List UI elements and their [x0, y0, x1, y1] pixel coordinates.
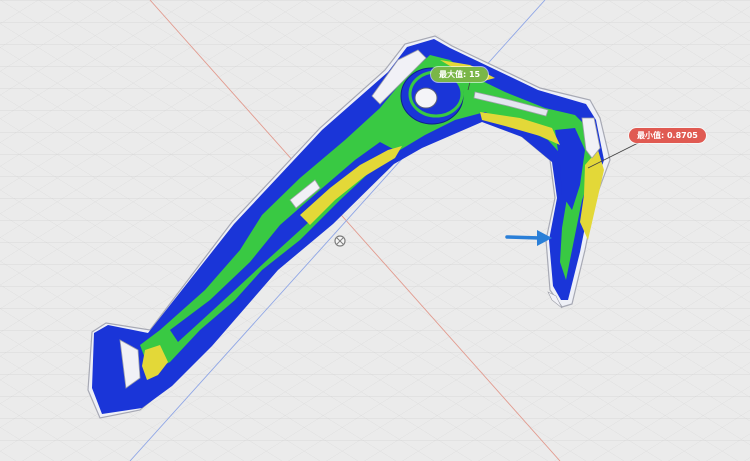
viewport-canvas[interactable]: [0, 0, 750, 461]
min-value-callout[interactable]: 最小值: 0.8705: [629, 128, 706, 143]
pivot-hole: [414, 87, 438, 109]
origin-marker-icon[interactable]: [334, 235, 346, 247]
max-value-callout[interactable]: 最大值: 15: [431, 67, 489, 82]
3d-viewport[interactable]: 最大值: 15 最小值: 0.8705: [0, 0, 750, 461]
